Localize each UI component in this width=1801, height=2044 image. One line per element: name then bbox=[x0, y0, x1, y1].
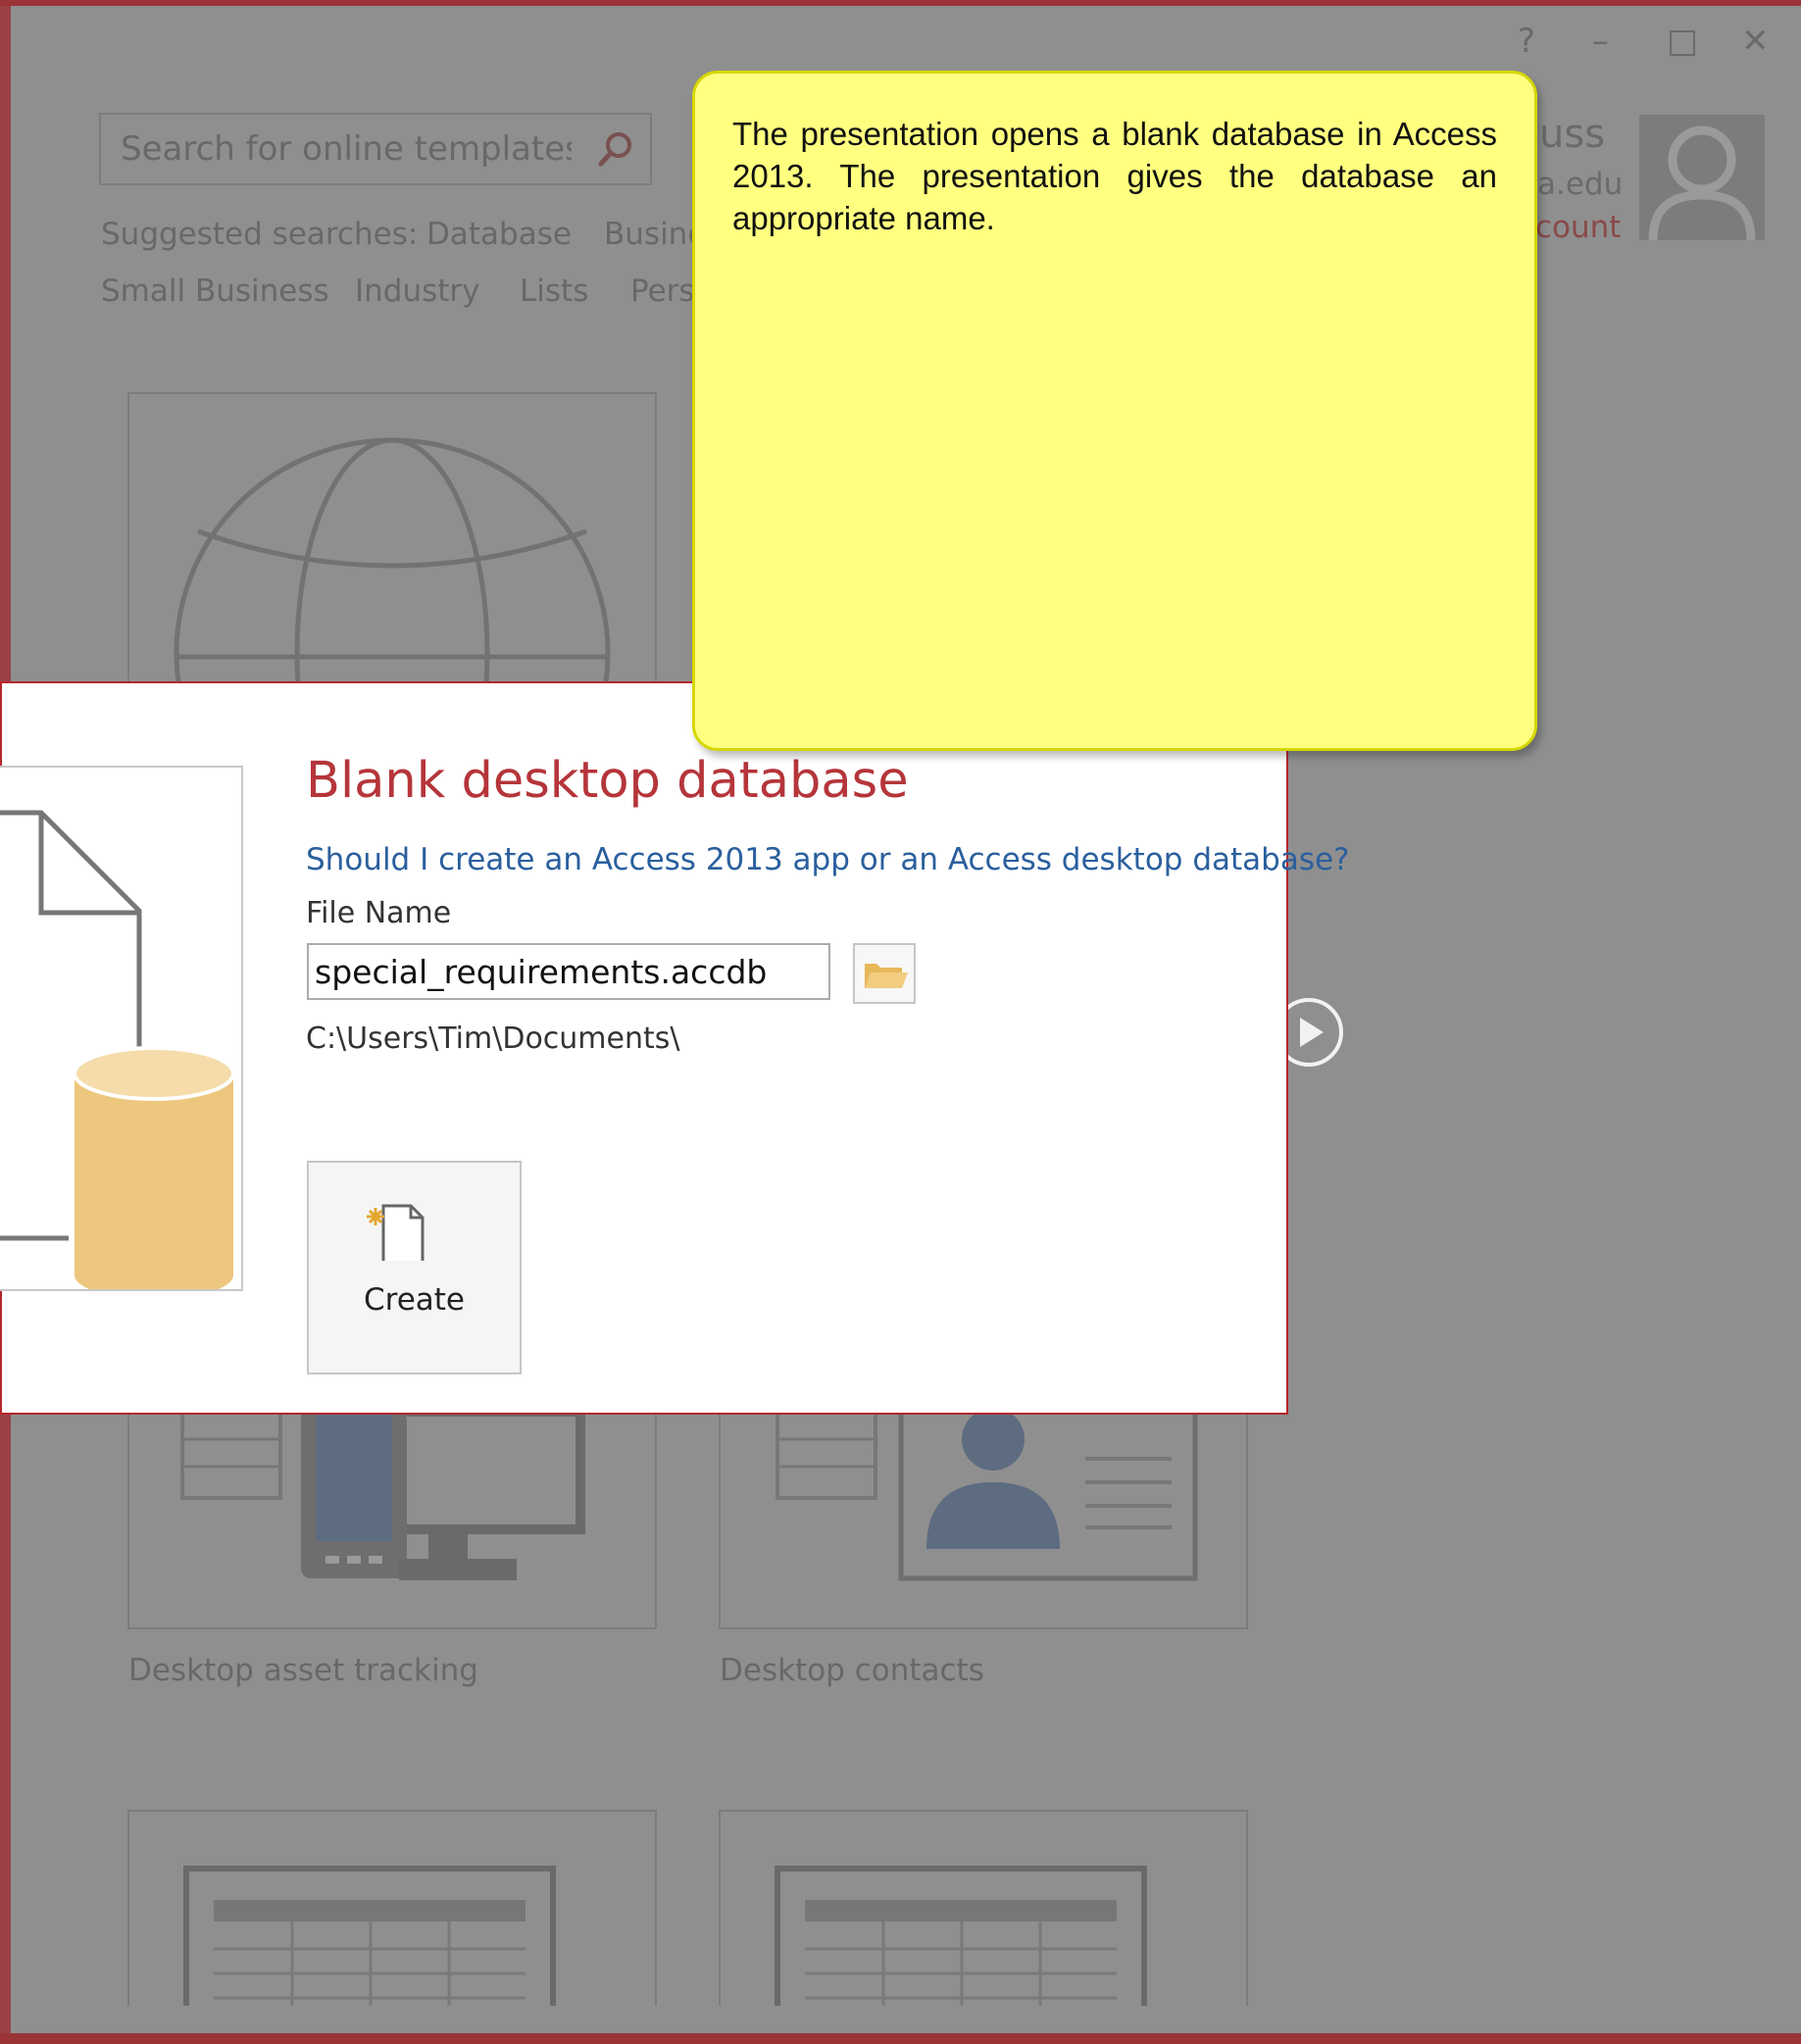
file-name-label: File Name bbox=[306, 896, 452, 930]
file-name-input[interactable] bbox=[307, 943, 830, 1000]
switch-account-link[interactable]: count bbox=[1535, 210, 1621, 245]
suggested-database[interactable]: Database bbox=[426, 217, 572, 252]
template-search[interactable] bbox=[99, 113, 652, 185]
blank-database-dialog: Blank desktop database Should I create a… bbox=[0, 681, 1350, 1415]
suggested-searches-label: Suggested searches: bbox=[101, 217, 419, 252]
save-location-path: C:\Users\Tim\Documents\ bbox=[306, 1022, 680, 1056]
suggested-business[interactable]: Busine bbox=[604, 217, 706, 252]
app-vs-desktop-help-link[interactable]: Should I create an Access 2013 app or an… bbox=[306, 842, 1350, 877]
folder-icon bbox=[865, 964, 908, 988]
suggested-personal[interactable]: Pers bbox=[630, 274, 695, 309]
globe-icon bbox=[174, 437, 611, 684]
new-file-icon bbox=[367, 1204, 425, 1267]
suggested-small-business[interactable]: Small Business bbox=[101, 274, 329, 309]
suggested-lists[interactable]: Lists bbox=[520, 274, 588, 309]
database-file-icon bbox=[0, 810, 235, 1289]
search-input[interactable] bbox=[121, 126, 572, 172]
dialog-title: Blank desktop database bbox=[306, 752, 909, 810]
presentation-note: The presentation opens a blank database … bbox=[692, 71, 1537, 751]
suggested-industry[interactable]: Industry bbox=[355, 274, 480, 309]
devices-icon bbox=[180, 1412, 585, 1580]
template-tile-contacts[interactable] bbox=[719, 1412, 1248, 1629]
window-border-bottom bbox=[0, 2033, 1801, 2044]
contact-card-icon bbox=[775, 1412, 1198, 1581]
table-icon bbox=[183, 1866, 556, 2006]
template-tile-custom-web-app[interactable] bbox=[127, 392, 657, 686]
create-button[interactable]: Create bbox=[307, 1161, 522, 1374]
window-border-left-lower bbox=[0, 1412, 11, 2044]
access-backstage: ? – □ ✕ Suggested searches: Database Bus… bbox=[0, 0, 1801, 2044]
template-label-asset-tracking[interactable]: Desktop asset tracking bbox=[128, 1653, 478, 1688]
template-tile-4[interactable] bbox=[719, 1810, 1248, 2006]
account-email: a.edu bbox=[1537, 167, 1624, 202]
maximize-icon[interactable]: □ bbox=[1667, 22, 1698, 61]
help-icon[interactable]: ? bbox=[1518, 22, 1535, 61]
window-border-top bbox=[0, 0, 1801, 6]
window-border-left bbox=[0, 0, 11, 686]
note-text: The presentation opens a blank database … bbox=[732, 116, 1497, 236]
search-icon[interactable] bbox=[595, 128, 636, 174]
browse-folder-button[interactable] bbox=[853, 943, 916, 1004]
account-name: uss bbox=[1539, 112, 1606, 157]
template-tile-asset-tracking[interactable] bbox=[127, 1412, 657, 1629]
database-preview bbox=[0, 766, 243, 1291]
close-icon[interactable]: ✕ bbox=[1741, 22, 1770, 61]
template-label-contacts[interactable]: Desktop contacts bbox=[720, 1653, 984, 1688]
minimize-icon[interactable]: – bbox=[1592, 22, 1609, 61]
table-icon bbox=[775, 1866, 1147, 2006]
avatar[interactable] bbox=[1639, 115, 1765, 240]
create-button-label: Create bbox=[363, 1282, 465, 1318]
template-tile-3[interactable] bbox=[127, 1810, 657, 2006]
